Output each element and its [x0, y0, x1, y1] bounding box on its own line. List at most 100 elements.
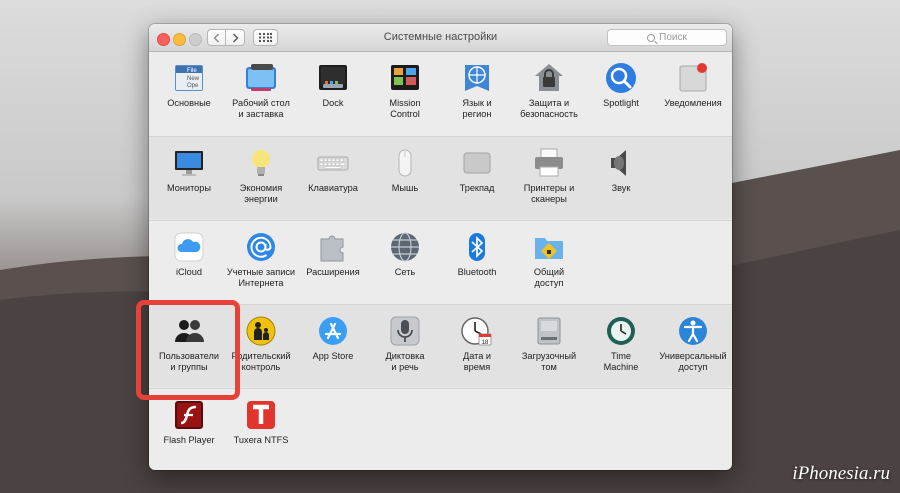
parental-controls-icon: [246, 316, 276, 346]
pane-label: Bluetooth: [457, 267, 497, 277]
pane-date-time[interactable]: 18 Дата и время: [437, 305, 517, 388]
pane-desktop[interactable]: Рабочий стол и заставка: [221, 52, 301, 135]
tuxera-icon: [247, 401, 275, 429]
pane-network[interactable]: Сеть: [365, 221, 445, 304]
pane-label: Мышь: [391, 183, 419, 193]
pane-general[interactable]: File New Ope Основные: [149, 52, 229, 135]
pane-label: Клавиатура: [308, 183, 358, 193]
spotlight-icon: [606, 63, 636, 93]
watermark: iPhonesia.ru: [792, 463, 890, 484]
hard-drive-icon: [537, 317, 561, 345]
pane-sound[interactable]: Звук: [581, 137, 661, 220]
lightbulb-icon: [252, 150, 270, 176]
pane-label: Dock: [322, 98, 344, 108]
pane-label: iCloud: [175, 267, 203, 277]
pane-time-machine[interactable]: Time Machine: [581, 305, 661, 388]
printer-icon: [535, 148, 563, 177]
pane-label: App Store: [312, 351, 354, 361]
title-bar: Системные настройки Поиск: [149, 24, 732, 52]
general-icon: File New Ope: [175, 65, 203, 91]
pane-label: Универсальный доступ: [659, 351, 727, 372]
search-field[interactable]: Поиск: [607, 29, 727, 46]
pane-notifications[interactable]: Уведомления: [653, 52, 732, 135]
pane-app-store[interactable]: App Store: [293, 305, 373, 388]
pane-label: Общий доступ: [533, 267, 565, 288]
time-machine-icon: [607, 317, 635, 345]
pane-label: Учетные записи Интернета: [226, 267, 296, 288]
speaker-icon: [611, 150, 626, 176]
general-icon-text-2: New: [187, 76, 200, 82]
general-icon-text-3: Ope: [187, 83, 199, 89]
puzzle-piece-icon: [320, 235, 344, 262]
pane-keyboard[interactable]: Клавиатура: [293, 137, 373, 220]
pane-label: Flash Player: [163, 435, 215, 445]
pane-flash-player[interactable]: Flash Player: [149, 389, 229, 470]
at-sign-icon: [247, 233, 275, 261]
pane-sharing[interactable]: Общий доступ: [509, 221, 589, 304]
microphone-icon: [390, 316, 420, 346]
clock-calendar-icon: 18: [461, 317, 492, 346]
pane-label: Принтеры и сканеры: [523, 183, 575, 204]
users-icon: [175, 320, 204, 342]
pane-row-3: iCloud Учетные записи Интернета Расширен…: [149, 220, 732, 303]
flash-icon: [175, 401, 203, 429]
pane-row-4: Пользователи и группы Родительский контр…: [149, 304, 732, 387]
pane-mission-control[interactable]: Mission Control: [365, 52, 445, 135]
bluetooth-icon: [469, 233, 485, 261]
pane-label: Расширения: [306, 267, 360, 277]
pane-users-groups[interactable]: Пользователи и группы: [149, 305, 229, 388]
pane-row-5: Flash Player Tuxera NTFS: [149, 388, 732, 470]
keyboard-icon: [317, 156, 349, 171]
pane-tuxera-ntfs[interactable]: Tuxera NTFS: [221, 389, 301, 470]
pane-label: Сеть: [394, 267, 416, 277]
icloud-icon: [174, 232, 204, 262]
pane-icloud[interactable]: iCloud: [149, 221, 229, 304]
search-placeholder: Поиск: [659, 32, 687, 43]
system-preferences-window: Системные настройки Поиск File New Ope О…: [149, 24, 732, 470]
pane-startup-disk[interactable]: Загрузочный том: [509, 305, 589, 388]
pane-accessibility[interactable]: Универсальный доступ: [653, 305, 732, 388]
pane-label: Защита и безопасность: [520, 98, 578, 119]
pane-mouse[interactable]: Мышь: [365, 137, 445, 220]
pane-label: Tuxera NTFS: [233, 435, 289, 445]
pane-energy[interactable]: Экономия энергии: [221, 137, 301, 220]
pane-label: Мониторы: [167, 183, 211, 193]
pane-bluetooth[interactable]: Bluetooth: [437, 221, 517, 304]
pane-trackpad[interactable]: Трекпад: [437, 137, 517, 220]
display-icon: [175, 151, 203, 176]
pane-internet-accounts[interactable]: Учетные записи Интернета: [221, 221, 301, 304]
pane-label: Рабочий стол и заставка: [232, 98, 290, 119]
trackpad-icon: [463, 152, 491, 174]
pane-spotlight[interactable]: Spotlight: [581, 52, 661, 135]
shared-folder-icon: [535, 238, 563, 259]
pane-dictation[interactable]: Диктовка и речь: [365, 305, 445, 388]
pane-extensions[interactable]: Расширения: [293, 221, 373, 304]
pane-label: Time Machine: [603, 351, 639, 372]
pane-label: Трекпад: [459, 183, 495, 193]
pane-label: Родительский контроль: [231, 351, 291, 372]
pane-printers[interactable]: Принтеры и сканеры: [509, 137, 589, 220]
pane-label: Экономия энергии: [239, 183, 283, 204]
house-lock-icon: [535, 64, 563, 91]
pane-label: Mission Control: [389, 98, 421, 119]
pane-row-2: Мониторы Экономия энергии Клавиатура Мыш…: [149, 136, 732, 219]
pane-parental-controls[interactable]: Родительский контроль: [221, 305, 301, 388]
notifications-icon: [679, 63, 707, 92]
language-icon: [465, 65, 489, 91]
pane-dock[interactable]: Dock: [293, 52, 373, 135]
pane-label: Основные: [167, 98, 211, 108]
pane-displays[interactable]: Мониторы: [149, 137, 229, 220]
pane-label: Spotlight: [603, 98, 639, 108]
mission-control-icon: [391, 65, 419, 90]
pane-language[interactable]: Язык и регион: [437, 52, 517, 135]
desktop-icon: [246, 64, 276, 91]
pane-label: Звук: [611, 183, 631, 193]
search-icon: [647, 33, 656, 42]
pane-label: Пользователи и группы: [159, 351, 219, 372]
pane-security[interactable]: Защита и безопасность: [509, 52, 589, 135]
calendar-day: 18: [482, 340, 489, 346]
app-store-icon: [319, 317, 347, 345]
globe-icon: [391, 232, 419, 262]
pane-label: Дата и время: [462, 351, 492, 372]
pane-label: Загрузочный том: [521, 351, 577, 372]
